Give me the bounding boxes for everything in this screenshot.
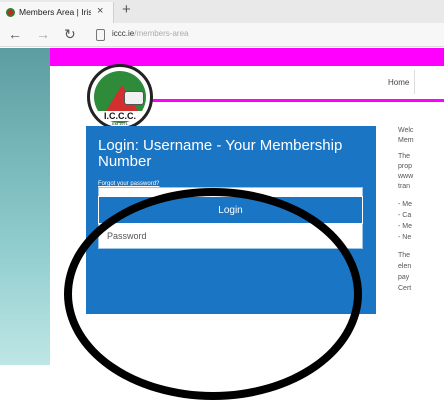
intro-text-line: - Ca: [398, 212, 412, 219]
forward-arrow-icon[interactable]: →: [36, 26, 50, 42]
password-input[interactable]: [99, 224, 362, 248]
new-tab-button[interactable]: +: [122, 1, 131, 18]
intro-text-line: Cert: [398, 285, 412, 292]
nav-divider: [414, 70, 415, 94]
intro-text-line: - Ne: [398, 234, 412, 241]
url-domain: iccc.ie: [112, 29, 135, 38]
address-bar: ← → ↻ iccc.ie/members-area: [0, 23, 444, 47]
intro-text-line: www: [398, 173, 414, 180]
browser-tab-bar: Members Area | Irish Ca × +: [0, 0, 444, 23]
intro-text-line: The: [398, 252, 411, 259]
page-content: Home I.C.C.C. Est 1971 Login: Username -…: [0, 48, 444, 400]
tab-title: Members Area | Irish Ca: [19, 7, 91, 17]
caravan-icon: [124, 91, 144, 105]
intro-text-line: - Me: [398, 201, 412, 208]
forgot-password-link[interactable]: Forgot your password?: [98, 181, 159, 187]
intro-text-line: Welc: [398, 127, 414, 134]
login-button[interactable]: Login: [98, 196, 363, 224]
browser-tab[interactable]: Members Area | Irish Ca ×: [0, 2, 114, 23]
site-logo[interactable]: I.C.C.C. Est 1971: [87, 64, 153, 130]
page-icon: [96, 29, 105, 41]
url-path: /members-area: [134, 29, 189, 38]
close-tab-icon[interactable]: ×: [97, 5, 103, 17]
logo-text: I.C.C.C.: [98, 111, 142, 121]
intro-text-line: tran: [398, 183, 411, 190]
intro-text-line: pay: [398, 274, 410, 281]
nav-home-link[interactable]: Home: [388, 78, 409, 87]
intro-text-line: Mem: [398, 137, 414, 144]
header-accent-bar: [50, 48, 444, 66]
refresh-icon[interactable]: ↻: [64, 26, 76, 43]
password-field[interactable]: [98, 223, 363, 249]
url-field[interactable]: iccc.ie/members-area: [112, 29, 188, 38]
intro-text-line: The: [398, 153, 411, 160]
back-arrow-icon[interactable]: ←: [8, 26, 22, 42]
login-title: Login: Username - Your Membership Number: [98, 137, 343, 170]
intro-text-line: - Me: [398, 223, 412, 230]
intro-text-line: elen: [398, 263, 412, 270]
intro-text-line: prop: [398, 163, 413, 170]
left-decorative-bar: [0, 48, 50, 365]
favicon-icon: [6, 8, 15, 17]
